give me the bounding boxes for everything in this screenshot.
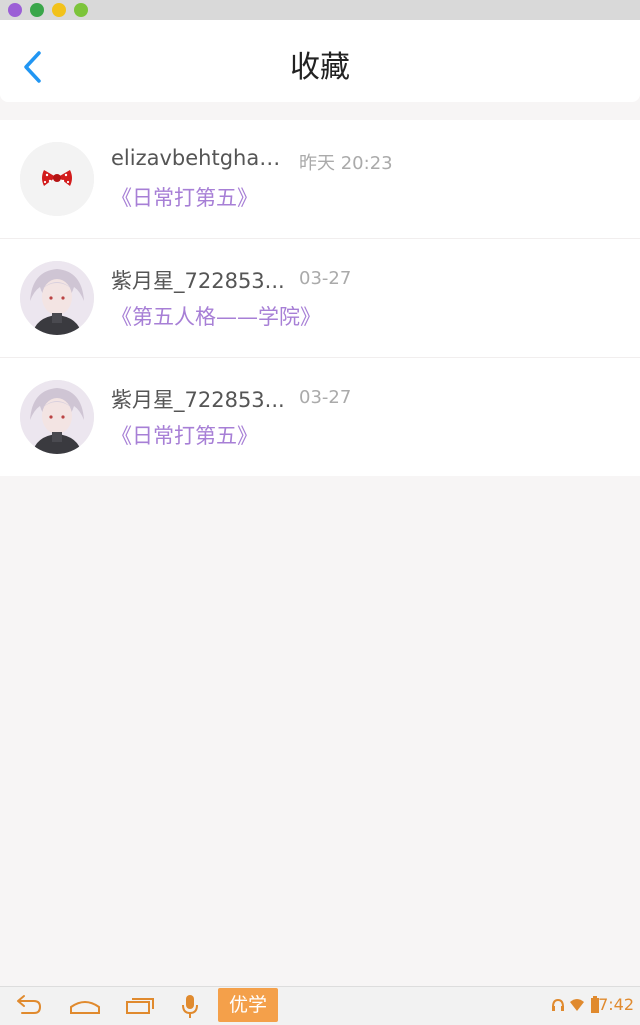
leaf-notification-icon	[74, 3, 88, 17]
page-title: 收藏	[290, 50, 350, 85]
youxue-app-button[interactable]: 优学	[218, 988, 278, 1022]
status-bar	[0, 0, 640, 20]
user-name: elizavbehtghand..	[111, 146, 286, 170]
post-title-link[interactable]: 《日常打第五》	[111, 420, 258, 450]
recent-apps-icon[interactable]	[124, 993, 156, 1017]
header: 收藏	[0, 20, 640, 102]
list-item[interactable]: 紫月星_722853... 03-27 《日常打第五》	[0, 357, 640, 476]
post-title-link[interactable]: 《日常打第五》	[111, 182, 258, 212]
favorites-list: elizavbehtghand.. 昨天 20:23 《日常打第五》 紫月星_7…	[0, 120, 640, 476]
user-name: 紫月星_722853...	[111, 388, 285, 412]
app-notification-icon	[8, 3, 22, 17]
timestamp: 昨天 20:23	[299, 153, 393, 174]
timestamp: 03-27	[299, 268, 352, 289]
bow-icon	[20, 142, 94, 216]
home-icon[interactable]	[68, 993, 102, 1017]
avatar[interactable]	[20, 142, 94, 216]
clock: 7:42	[598, 995, 634, 1014]
anime-character-icon	[20, 380, 94, 454]
emoji-notification-icon	[52, 3, 66, 17]
avatar[interactable]	[20, 261, 94, 335]
wifi-icon	[570, 999, 584, 1011]
post-title-link[interactable]: 《第五人格——学院》	[111, 301, 321, 331]
user-name: 紫月星_722853...	[111, 269, 285, 293]
system-nav-bar: 优学 7:42	[0, 986, 640, 1025]
headphones-icon	[552, 998, 564, 1011]
back-icon[interactable]	[14, 993, 44, 1017]
avatar[interactable]	[20, 380, 94, 454]
anime-character-icon	[20, 261, 94, 335]
list-item[interactable]: 紫月星_722853... 03-27 《第五人格——学院》	[0, 238, 640, 357]
microphone-icon[interactable]	[180, 993, 200, 1019]
image-notification-icon	[30, 3, 44, 17]
timestamp: 03-27	[299, 387, 352, 408]
list-item[interactable]: elizavbehtghand.. 昨天 20:23 《日常打第五》	[0, 120, 640, 238]
